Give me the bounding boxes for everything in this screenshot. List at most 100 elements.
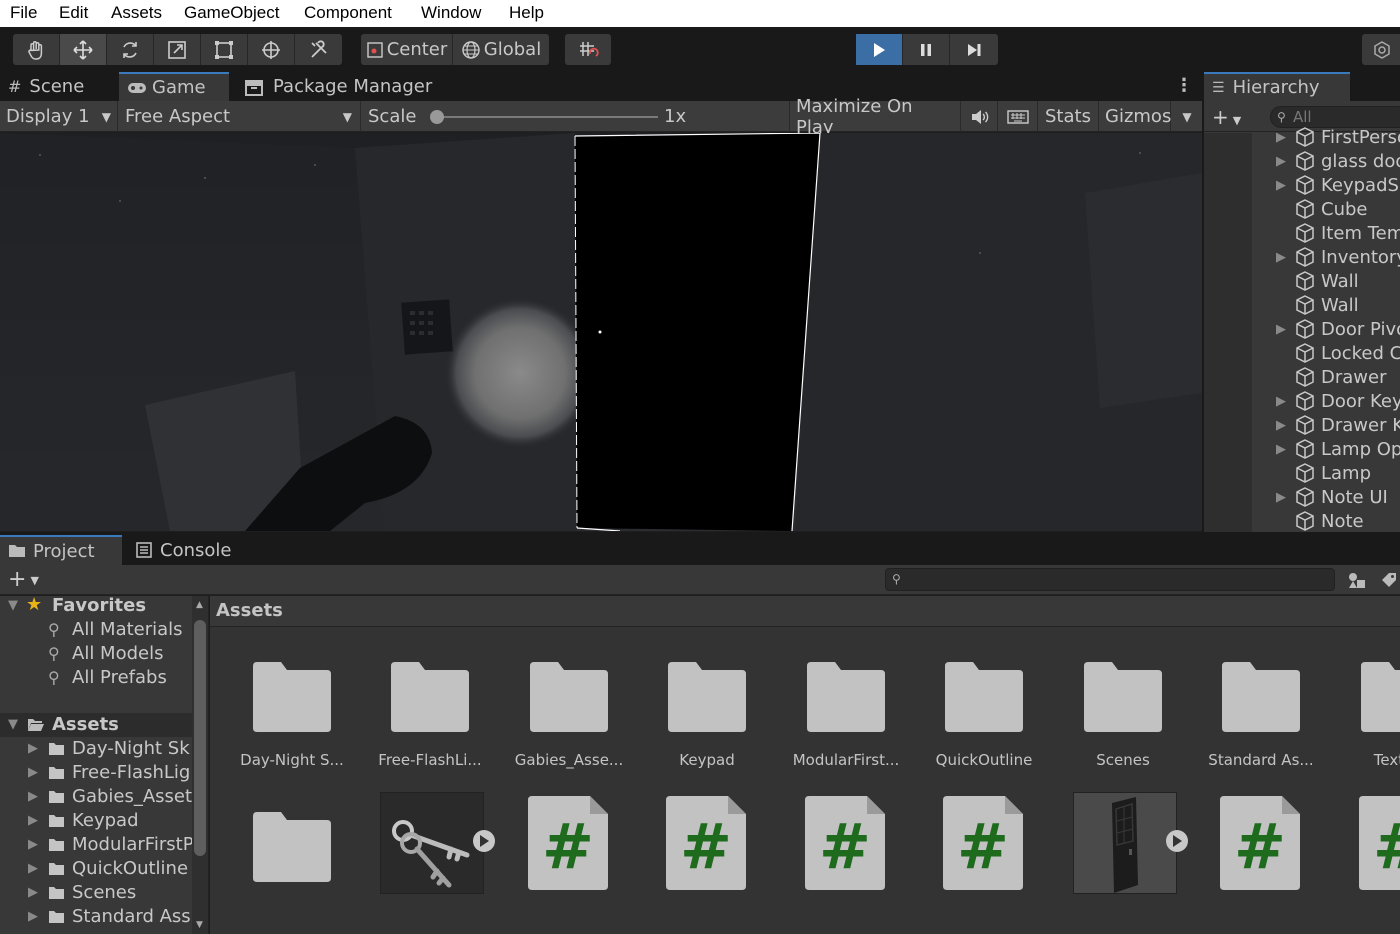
asset-folder-item[interactable]: ▶ QuickOutline [0,857,192,881]
hierarchy-item[interactable]: ▶ Lamp Op [1204,437,1400,461]
expand-arrow-icon[interactable]: ▶ [1276,418,1286,433]
tab-menu-kebab-icon[interactable]: ⋮ [1175,75,1193,96]
step-button[interactable] [950,34,997,65]
asset-tile[interactable]: QuickOutline [919,627,1049,777]
tab-console[interactable]: Console [128,535,258,565]
asset-tile[interactable]: # [1335,792,1400,902]
favorite-all-materials[interactable]: ⚲ All Materials [0,618,192,642]
asset-tile[interactable]: ModularFirst... [781,627,911,777]
asset-tile[interactable] [365,792,495,902]
global-space-button[interactable]: Global [453,34,549,65]
menu-file[interactable]: File [10,3,37,23]
hand-tool-icon[interactable] [13,34,60,65]
play-button[interactable] [856,34,903,65]
tab-project[interactable]: Project [0,535,122,565]
create-asset-button[interactable]: + ▼ [8,567,39,592]
asset-tile[interactable]: Day-Night S... [227,627,357,777]
expand-arrow-icon[interactable]: ▶ [28,909,38,924]
hierarchy-item[interactable]: Wall [1204,269,1400,293]
grid-snap-icon[interactable] [565,34,611,65]
tab-game[interactable]: Game [119,72,229,101]
search-by-type-icon[interactable] [1342,567,1372,593]
hierarchy-item[interactable]: ▶ Drawer K [1204,413,1400,437]
favorite-all-models[interactable]: ⚲ All Models [0,642,192,666]
menu-gameobject[interactable]: GameObject [184,3,279,23]
cloud-services-icon[interactable] [1362,34,1400,65]
breadcrumb-assets[interactable]: Assets [216,600,283,621]
hierarchy-item[interactable]: ▶ KeypadSc [1204,173,1400,197]
menu-edit[interactable]: Edit [59,3,88,23]
expand-arrow-icon[interactable]: ▶ [28,813,38,828]
scale-slider-thumb[interactable] [430,110,444,124]
hierarchy-item[interactable]: ▶ Inventory [1204,245,1400,269]
favorite-all-prefabs[interactable]: ⚲ All Prefabs [0,666,192,690]
stats-button[interactable]: Stats [1039,101,1099,132]
expand-arrow-icon[interactable]: ▶ [1276,394,1286,409]
gizmos-button[interactable]: Gizmos [1099,101,1171,132]
search-by-label-icon[interactable] [1380,567,1400,593]
expand-arrow-icon[interactable]: ▶ [28,765,38,780]
expand-arrow-icon[interactable]: ▶ [28,861,38,876]
hierarchy-item[interactable]: Cube [1204,197,1400,221]
game-viewport[interactable] [0,133,1202,531]
scale-tool-icon[interactable] [154,34,201,65]
expand-arrow-icon[interactable]: ▶ [1276,154,1286,169]
transform-tool-icon[interactable] [248,34,295,65]
asset-folder-item[interactable]: ▶ Keypad [0,809,192,833]
asset-tile[interactable]: Standard As... [1196,627,1326,777]
hierarchy-item[interactable]: Locked C [1204,341,1400,365]
asset-tile[interactable]: # [781,792,911,902]
display-dropdown[interactable]: Display 1 ▼ [0,101,118,132]
expand-arrow-icon[interactable]: ▶ [1276,490,1286,505]
asset-folder-item[interactable]: ▶ ModularFirstP [0,833,192,857]
asset-tile[interactable] [227,792,357,902]
asset-folder-item[interactable]: ▶ Gabies_Asset [0,785,192,809]
asset-tile[interactable]: Scenes [1058,627,1188,777]
asset-tile[interactable]: # [504,792,634,902]
asset-tile[interactable]: Gabies_Asse... [504,627,634,777]
hierarchy-item[interactable]: ▶ Door Key [1204,389,1400,413]
assets-root[interactable]: ▼ Assets [0,713,192,737]
expand-prefab-icon[interactable] [473,830,495,852]
asset-tile[interactable]: # [1196,792,1326,902]
expand-arrow-icon[interactable]: ▶ [1276,250,1286,265]
expand-arrow-icon[interactable]: ▶ [1276,442,1286,457]
expand-arrow-icon[interactable]: ▶ [28,741,38,756]
favorites-header[interactable]: ▼ ★ Favorites [0,596,192,618]
asset-tile[interactable]: # [642,792,772,902]
scroll-down-icon[interactable]: ▼ [196,920,203,930]
gizmos-dropdown[interactable]: ▼ [1172,101,1202,132]
tree-scrollbar[interactable]: ▲ ▼ [192,596,208,934]
mute-audio-button[interactable] [962,101,998,132]
expand-arrow-icon[interactable]: ▶ [28,837,38,852]
rotate-tool-icon[interactable] [107,34,154,65]
aspect-dropdown[interactable]: Free Aspect ▼ [119,101,361,132]
asset-tile[interactable]: Keypad [642,627,772,777]
hierarchy-item[interactable]: ▶ Note UI [1204,485,1400,509]
hierarchy-item[interactable]: Drawer [1204,365,1400,389]
maximize-on-play-toggle[interactable]: Maximize On Play [790,96,961,138]
move-tool-icon[interactable] [60,34,107,65]
hierarchy-item[interactable]: ▶ Door Pivo [1204,317,1400,341]
hierarchy-item[interactable]: Lamp [1204,461,1400,485]
rect-tool-icon[interactable] [201,34,248,65]
expand-arrow-icon[interactable]: ▶ [28,789,38,804]
custom-tool-icon[interactable] [295,34,342,65]
expand-arrow-icon[interactable]: ▶ [1276,130,1286,145]
menu-help[interactable]: Help [509,3,544,23]
project-search-input[interactable]: ⚲ [885,568,1335,591]
tab-hierarchy[interactable]: ☰ Hierarchy [1204,72,1350,101]
expand-arrow-icon[interactable]: ▶ [1276,178,1286,193]
scale-slider-track[interactable] [438,116,658,118]
menu-component[interactable]: Component [304,3,392,23]
hierarchy-item[interactable]: ▶ glass doo [1204,149,1400,173]
hierarchy-item[interactable]: Note [1204,509,1400,533]
hierarchy-item[interactable]: ▶ FirstPerso [1204,125,1400,149]
hierarchy-item[interactable]: Item Tem [1204,221,1400,245]
pivot-center-button[interactable]: Center [361,34,453,65]
menu-assets[interactable]: Assets [111,3,162,23]
asset-tile[interactable] [1058,792,1188,902]
expand-arrow-icon[interactable]: ▶ [1276,322,1286,337]
keyboard-shortcuts-button[interactable] [999,101,1038,132]
asset-tile[interactable]: Free-FlashLi... [365,627,495,777]
